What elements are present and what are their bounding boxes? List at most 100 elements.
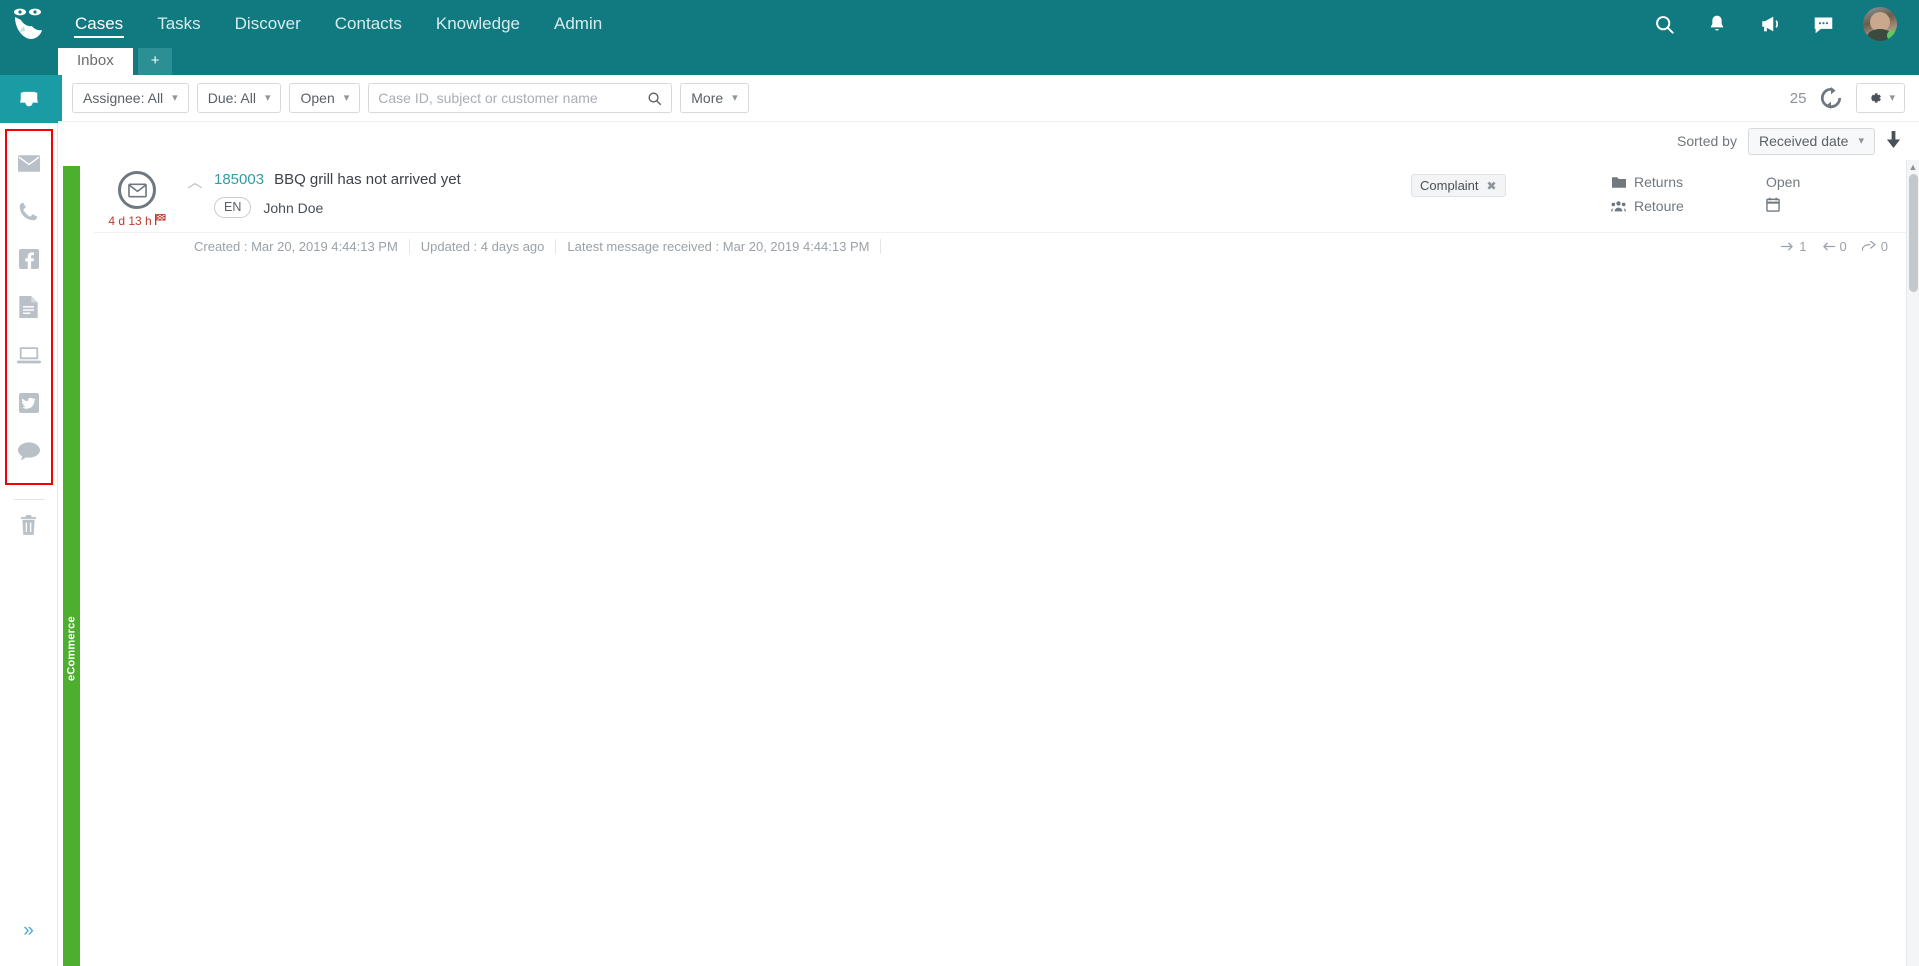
case-updated: Updated : 4 days ago bbox=[410, 239, 557, 254]
search-icon[interactable] bbox=[647, 91, 662, 106]
settings-gear-button[interactable]: ▾ bbox=[1856, 83, 1905, 113]
chat-bubble-icon[interactable] bbox=[7, 427, 51, 475]
nav-label: Tasks bbox=[157, 14, 201, 33]
trash-icon[interactable] bbox=[7, 510, 51, 540]
status-filter-dropdown[interactable]: Open ▾ bbox=[289, 83, 361, 113]
chevron-down-icon: ▾ bbox=[343, 91, 350, 104]
filter-toolbar: Assignee: All ▾ Due: All ▾ Open ▾ More ▾ bbox=[58, 75, 1919, 122]
case-customer-line: EN John Doe bbox=[214, 197, 1411, 218]
folder-icon bbox=[1611, 176, 1626, 188]
left-rail: » bbox=[0, 75, 58, 966]
app-logo[interactable] bbox=[0, 0, 58, 48]
case-team-row[interactable]: Retoure bbox=[1611, 198, 1766, 214]
case-status-label[interactable]: Open bbox=[1766, 174, 1906, 190]
nav-item-knowledge[interactable]: Knowledge bbox=[419, 0, 537, 48]
scroll-up-arrow[interactable]: ▲ bbox=[1907, 160, 1919, 174]
document-icon[interactable] bbox=[7, 283, 51, 331]
case-summary: 4 d 13 h ︿ 185003 BBQ grill has not arrived… bbox=[94, 160, 1906, 232]
rail-expand-button[interactable]: » bbox=[23, 921, 34, 940]
nav-item-discover[interactable]: Discover bbox=[218, 0, 318, 48]
nav-item-contacts[interactable]: Contacts bbox=[318, 0, 419, 48]
list-scrollbar[interactable]: ▲ bbox=[1906, 160, 1919, 966]
body-wrapper: » Assignee: All ▾ Due: All ▾ Open ▾ Case… bbox=[0, 75, 1919, 966]
laptop-icon[interactable] bbox=[7, 331, 51, 379]
tab-inbox[interactable]: Inbox bbox=[58, 48, 133, 75]
sort-field-value: Received date bbox=[1758, 133, 1849, 149]
nav-label: Contacts bbox=[334, 14, 402, 33]
case-subject[interactable]: BBQ grill has not arrived yet bbox=[274, 171, 461, 188]
phone-icon[interactable] bbox=[7, 187, 51, 235]
chevron-down-icon: ▾ bbox=[1889, 91, 1895, 104]
case-sla: 4 d 13 h bbox=[108, 214, 166, 228]
case-customer-name[interactable]: John Doe bbox=[263, 200, 323, 216]
bell-icon[interactable] bbox=[1704, 11, 1730, 37]
case-id[interactable]: 185003 bbox=[214, 171, 264, 188]
chevron-down-icon: ▾ bbox=[264, 91, 271, 104]
case-created: Created : Mar 20, 2019 4:44:13 PM bbox=[194, 239, 410, 254]
nav-label: Cases bbox=[75, 14, 124, 33]
case-footer: Created : Mar 20, 2019 4:44:13 PM Updated… bbox=[94, 232, 1906, 261]
facebook-icon[interactable] bbox=[7, 235, 51, 283]
case-latest-message: Latest message received : Mar 20, 2019 4… bbox=[556, 239, 882, 254]
main-panel: Assignee: All ▾ Due: All ▾ Open ▾ More ▾ bbox=[58, 75, 1919, 966]
chat-icon[interactable] bbox=[1810, 11, 1836, 37]
case-tag[interactable]: Complaint ✖ bbox=[1411, 174, 1506, 197]
nav-item-admin[interactable]: Admin bbox=[537, 0, 619, 48]
search-input[interactable] bbox=[378, 90, 648, 106]
calendar-icon[interactable] bbox=[1766, 197, 1906, 217]
inbound-count: 1 bbox=[1781, 239, 1807, 254]
case-subject-column: 185003 BBQ grill has not arrived yet EN Joh… bbox=[210, 171, 1411, 218]
case-meta-column: Returns Retoure bbox=[1611, 171, 1766, 222]
remove-tag-icon[interactable]: ✖ bbox=[1487, 179, 1497, 193]
case-tag-label: Complaint bbox=[1420, 178, 1479, 193]
refresh-icon[interactable] bbox=[1820, 87, 1842, 109]
email-icon[interactable] bbox=[7, 139, 51, 187]
rail-item-inbox[interactable] bbox=[0, 75, 58, 123]
chevron-down-icon: ▾ bbox=[172, 91, 178, 104]
case-language-badge: EN bbox=[214, 197, 252, 218]
scrollbar-thumb[interactable] bbox=[1909, 174, 1918, 292]
assignee-filter-label: Assignee: All bbox=[83, 90, 164, 106]
case-tag-column: Complaint ✖ bbox=[1411, 171, 1611, 197]
case-status-column: Open bbox=[1766, 171, 1906, 217]
outbound-count: 0 bbox=[1822, 239, 1847, 254]
chevron-down-icon: ▾ bbox=[732, 91, 738, 104]
search-box[interactable] bbox=[368, 83, 673, 113]
add-tab-button[interactable]: + bbox=[137, 48, 173, 75]
owl-logo-icon bbox=[14, 8, 42, 39]
case-body: 4 d 13 h ︿ 185003 BBQ grill has not arrived… bbox=[80, 160, 1906, 966]
top-nav-actions bbox=[1651, 0, 1919, 48]
sort-toolbar: Sorted by Received date ▾ bbox=[58, 122, 1919, 160]
nav-label: Discover bbox=[234, 14, 301, 33]
search-icon[interactable] bbox=[1651, 11, 1677, 37]
due-filter-dropdown[interactable]: Due: All ▾ bbox=[196, 83, 282, 113]
gear-icon bbox=[1871, 93, 1882, 103]
nav-item-tasks[interactable]: Tasks bbox=[140, 0, 217, 48]
case-team-label: Retoure bbox=[1634, 198, 1684, 214]
nav-item-cases[interactable]: Cases bbox=[58, 0, 140, 48]
avatar[interactable] bbox=[1863, 7, 1897, 41]
case-counters: 100 bbox=[1781, 239, 1906, 254]
rail-channel-group bbox=[4, 129, 53, 485]
assignee-filter-dropdown[interactable]: Assignee: All ▾ bbox=[72, 83, 189, 113]
megaphone-icon[interactable] bbox=[1757, 11, 1783, 37]
case-sla-text: 4 d 13 h bbox=[108, 214, 152, 228]
case-row[interactable]: eCommerce 4 d 13 h ︿ 185003 BBQ grill has no… bbox=[58, 160, 1906, 966]
more-filters-dropdown[interactable]: More ▾ bbox=[680, 83, 749, 113]
case-folder-row[interactable]: Returns bbox=[1611, 174, 1766, 190]
twitter-icon[interactable] bbox=[7, 379, 51, 427]
case-collapse-toggle[interactable]: ︿ bbox=[180, 171, 210, 190]
sort-direction-toggle[interactable] bbox=[1886, 130, 1901, 152]
status-filter-label: Open bbox=[300, 90, 335, 106]
case-channel-strip: eCommerce bbox=[63, 166, 80, 966]
forward-count: 0 bbox=[1861, 239, 1888, 254]
due-filter-label: Due: All bbox=[207, 90, 256, 106]
more-filters-label: More bbox=[691, 90, 724, 106]
email-envelope-icon bbox=[118, 171, 156, 209]
tab-strip: Inbox + bbox=[0, 48, 1919, 75]
filter-toolbar-right: 25 ▾ bbox=[1790, 83, 1905, 113]
sort-field-dropdown[interactable]: Received date ▾ bbox=[1747, 127, 1875, 155]
case-list-wrapper: eCommerce 4 d 13 h ︿ 185003 BBQ grill has no… bbox=[58, 160, 1919, 966]
inbox-icon bbox=[19, 91, 38, 107]
top-navigation-bar: Cases Tasks Discover Contacts Knowledge … bbox=[0, 0, 1919, 48]
